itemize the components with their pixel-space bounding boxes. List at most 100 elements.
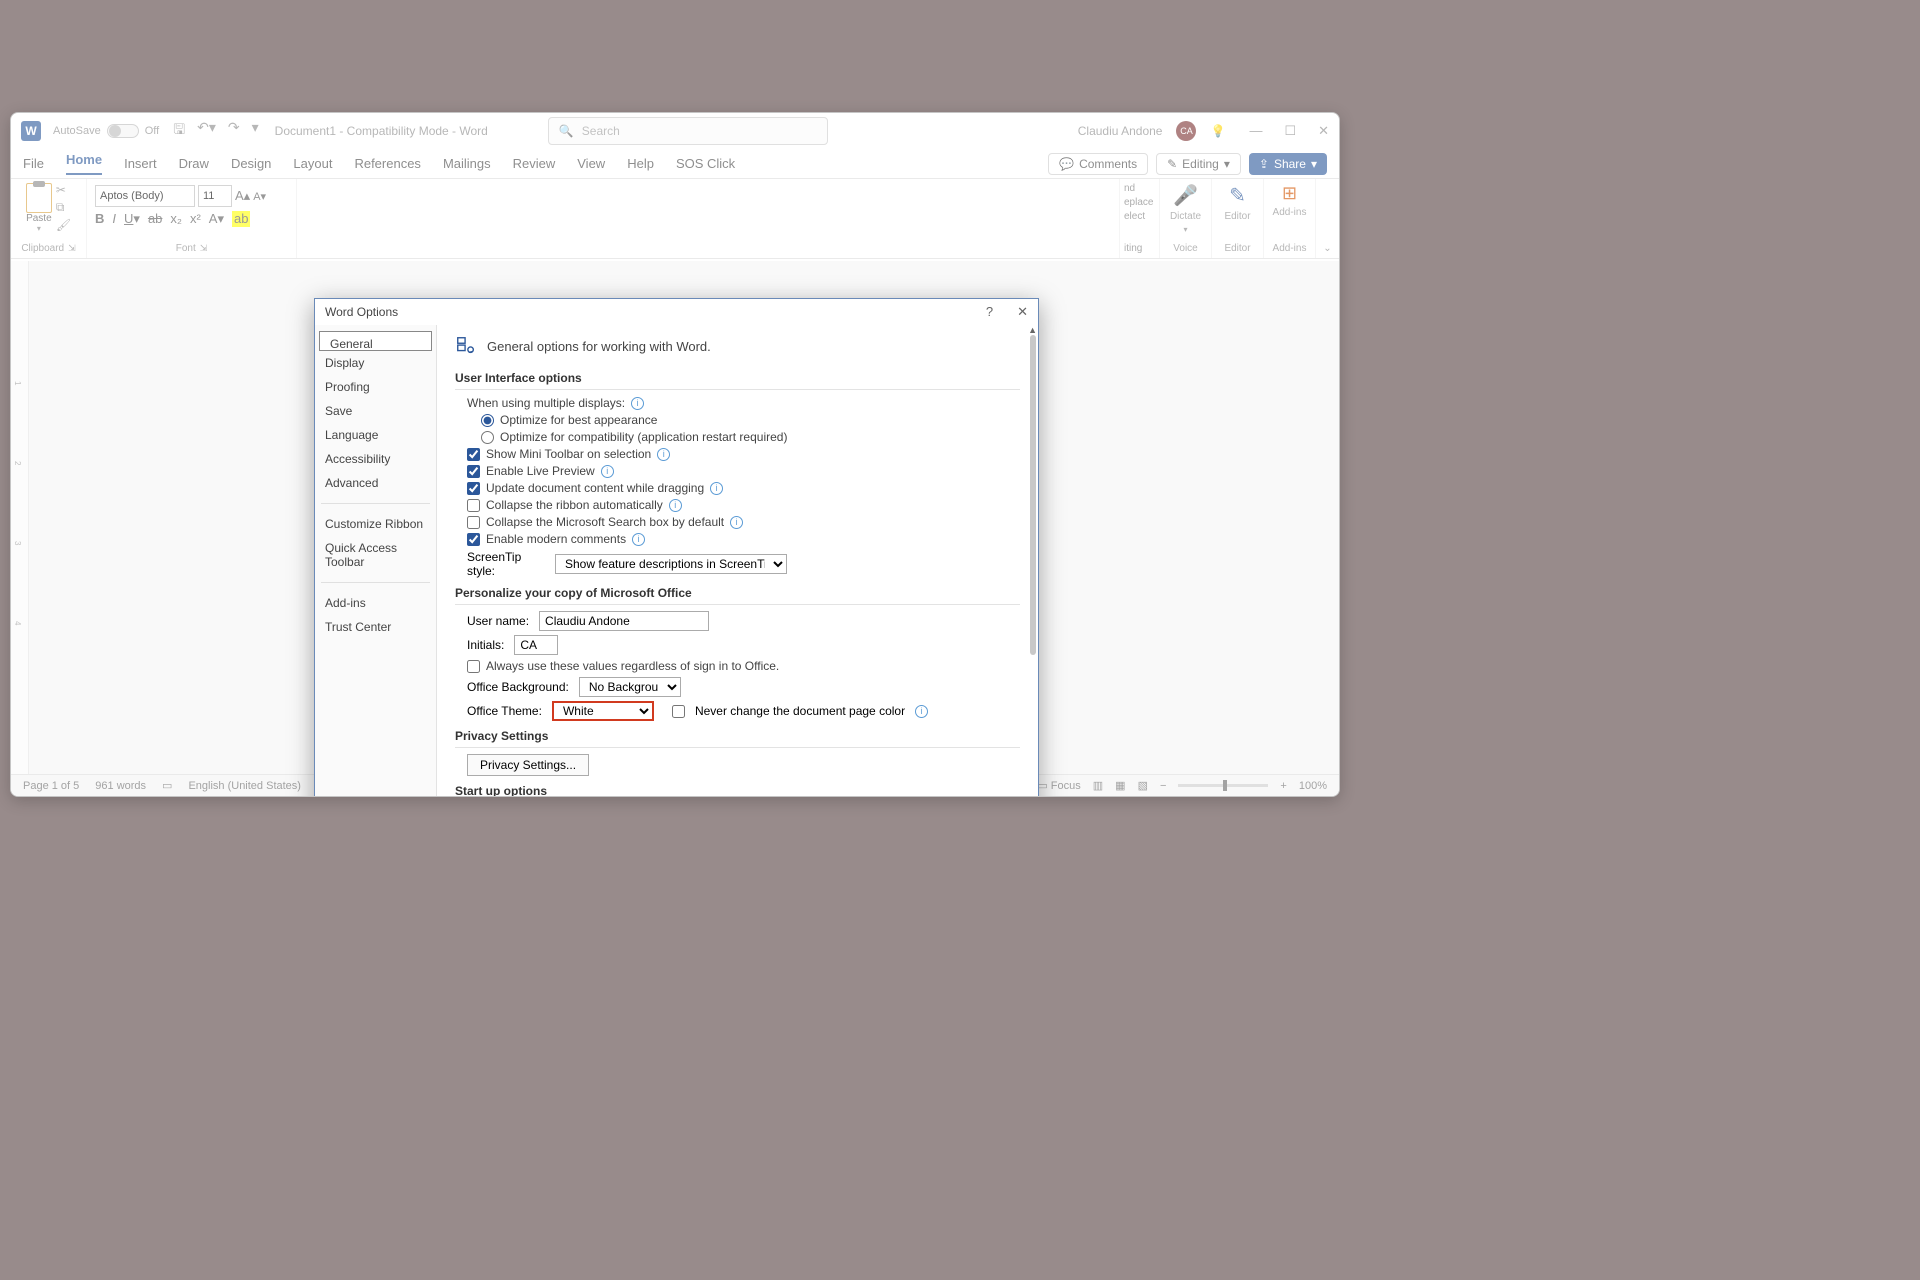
text-effects-icon[interactable]: A▾ (209, 211, 224, 227)
close-icon[interactable]: ✕ (1318, 123, 1329, 139)
check-never-change-color[interactable] (672, 705, 685, 718)
nav-display[interactable]: Display (315, 351, 436, 375)
scroll-up-icon[interactable]: ▲ (1028, 325, 1037, 335)
username-input[interactable] (539, 611, 709, 631)
info-icon[interactable]: i (669, 499, 682, 512)
initials-input[interactable] (514, 635, 558, 655)
font-size-select[interactable] (198, 185, 232, 207)
zoom-level[interactable]: 100% (1299, 780, 1327, 792)
scroll-thumb[interactable] (1030, 335, 1036, 655)
check-live-preview[interactable] (467, 465, 480, 478)
save-icon[interactable]: 🖫 (173, 119, 185, 143)
dialog-close-icon[interactable]: ✕ (1017, 304, 1028, 320)
format-painter-icon[interactable]: 🖌 (56, 218, 71, 232)
italic-icon[interactable]: I (112, 211, 116, 227)
tab-sosclick[interactable]: SOS Click (676, 156, 735, 171)
info-icon[interactable]: i (710, 482, 723, 495)
copy-icon[interactable]: ⧉ (56, 200, 71, 215)
redo-icon[interactable]: ↷ (228, 119, 240, 143)
select-partial[interactable]: elect (1124, 211, 1145, 222)
nav-language[interactable]: Language (315, 423, 436, 447)
nav-customize-ribbon[interactable]: Customize Ribbon (315, 512, 436, 536)
print-layout-icon[interactable]: ▦ (1115, 779, 1125, 792)
radio-optimize-compat[interactable] (481, 431, 494, 444)
replace-partial[interactable]: eplace (1124, 197, 1153, 208)
tab-file[interactable]: File (23, 156, 44, 171)
nav-general[interactable]: General (319, 331, 432, 351)
dialog-scrollbar[interactable]: ▲ ▼ (1024, 325, 1038, 797)
tab-view[interactable]: View (577, 156, 605, 171)
search-box[interactable]: 🔍 Search (548, 117, 828, 145)
info-icon[interactable]: i (657, 448, 670, 461)
tab-insert[interactable]: Insert (124, 156, 157, 171)
nav-proofing[interactable]: Proofing (315, 375, 436, 399)
office-theme-select[interactable]: White (552, 701, 654, 721)
maximize-icon[interactable]: ☐ (1284, 123, 1296, 139)
find-partial[interactable]: nd (1124, 183, 1135, 194)
word-count[interactable]: 961 words (95, 780, 146, 792)
info-icon[interactable]: i (632, 533, 645, 546)
subscript-icon[interactable]: x₂ (170, 211, 182, 227)
editing-mode-button[interactable]: ✎ Editing ▾ (1156, 153, 1241, 175)
check-mini-toolbar[interactable] (467, 448, 480, 461)
nav-accessibility[interactable]: Accessibility (315, 447, 436, 471)
check-collapse-search[interactable] (467, 516, 480, 529)
font-launcher-icon[interactable]: ⇲ (200, 243, 208, 254)
tab-mailings[interactable]: Mailings (443, 156, 491, 171)
collapse-ribbon-icon[interactable]: ⌄ (1315, 179, 1339, 258)
focus-button[interactable]: ▭ Focus (1037, 779, 1080, 792)
avatar[interactable]: CA (1176, 121, 1196, 141)
strike-icon[interactable]: ab (148, 211, 162, 227)
nav-qat[interactable]: Quick Access Toolbar (315, 536, 436, 574)
info-icon[interactable]: i (730, 516, 743, 529)
comments-button[interactable]: 💬 Comments (1048, 153, 1148, 175)
cut-icon[interactable]: ✂ (56, 183, 71, 197)
paste-icon[interactable] (26, 183, 52, 213)
autosave-toggle[interactable] (107, 124, 139, 138)
editor-group[interactable]: ✎ Editor Editor (1211, 179, 1263, 258)
highlight-icon[interactable]: ab (232, 211, 250, 227)
tab-layout[interactable]: Layout (293, 156, 332, 171)
autosave[interactable]: AutoSave Off (53, 124, 159, 138)
office-background-select[interactable]: No Background (579, 677, 681, 697)
shrink-font-icon[interactable]: A▾ (253, 190, 266, 203)
zoom-out-icon[interactable]: − (1160, 780, 1166, 792)
tab-draw[interactable]: Draw (179, 156, 209, 171)
check-collapse-ribbon[interactable] (467, 499, 480, 512)
qa-dropdown-icon[interactable]: ▾ (252, 119, 259, 143)
radio-optimize-appearance[interactable] (481, 414, 494, 427)
underline-icon[interactable]: U▾ (124, 211, 140, 227)
superscript-icon[interactable]: x² (190, 211, 201, 227)
tab-help[interactable]: Help (627, 156, 654, 171)
info-icon[interactable]: i (915, 705, 928, 718)
font-name-select[interactable] (95, 185, 195, 207)
share-button[interactable]: ⇪ Share ▾ (1249, 153, 1327, 175)
nav-trust-center[interactable]: Trust Center (315, 615, 436, 639)
info-icon[interactable]: i (631, 397, 644, 410)
privacy-settings-button[interactable]: Privacy Settings... (467, 754, 589, 776)
tab-review[interactable]: Review (513, 156, 556, 171)
web-layout-icon[interactable]: ▧ (1138, 779, 1148, 792)
nav-advanced[interactable]: Advanced (315, 471, 436, 495)
page-indicator[interactable]: Page 1 of 5 (23, 780, 79, 792)
zoom-in-icon[interactable]: + (1280, 780, 1286, 792)
nav-save[interactable]: Save (315, 399, 436, 423)
grow-font-icon[interactable]: A▴ (235, 188, 250, 204)
user-name[interactable]: Claudiu Andone (1078, 124, 1163, 138)
bold-icon[interactable]: B (95, 211, 104, 227)
tab-references[interactable]: References (354, 156, 420, 171)
addins-group[interactable]: ⊞ Add-ins Add-ins (1263, 179, 1315, 258)
spellcheck-icon[interactable]: ▭ (162, 779, 172, 792)
dictate-group[interactable]: 🎤 Dictate ▾ Voice (1159, 179, 1211, 258)
minimize-icon[interactable]: — (1249, 123, 1262, 139)
undo-icon[interactable]: ↶▾ (197, 119, 216, 143)
read-mode-icon[interactable]: ▥ (1093, 779, 1103, 792)
tab-design[interactable]: Design (231, 156, 271, 171)
screentip-select[interactable]: Show feature descriptions in ScreenTips (555, 554, 787, 574)
info-icon[interactable]: i (601, 465, 614, 478)
clipboard-launcher-icon[interactable]: ⇲ (68, 243, 76, 254)
check-always-use[interactable] (467, 660, 480, 673)
help-icon[interactable]: ? (986, 304, 993, 320)
check-update-drag[interactable] (467, 482, 480, 495)
language-indicator[interactable]: English (United States) (188, 780, 301, 792)
